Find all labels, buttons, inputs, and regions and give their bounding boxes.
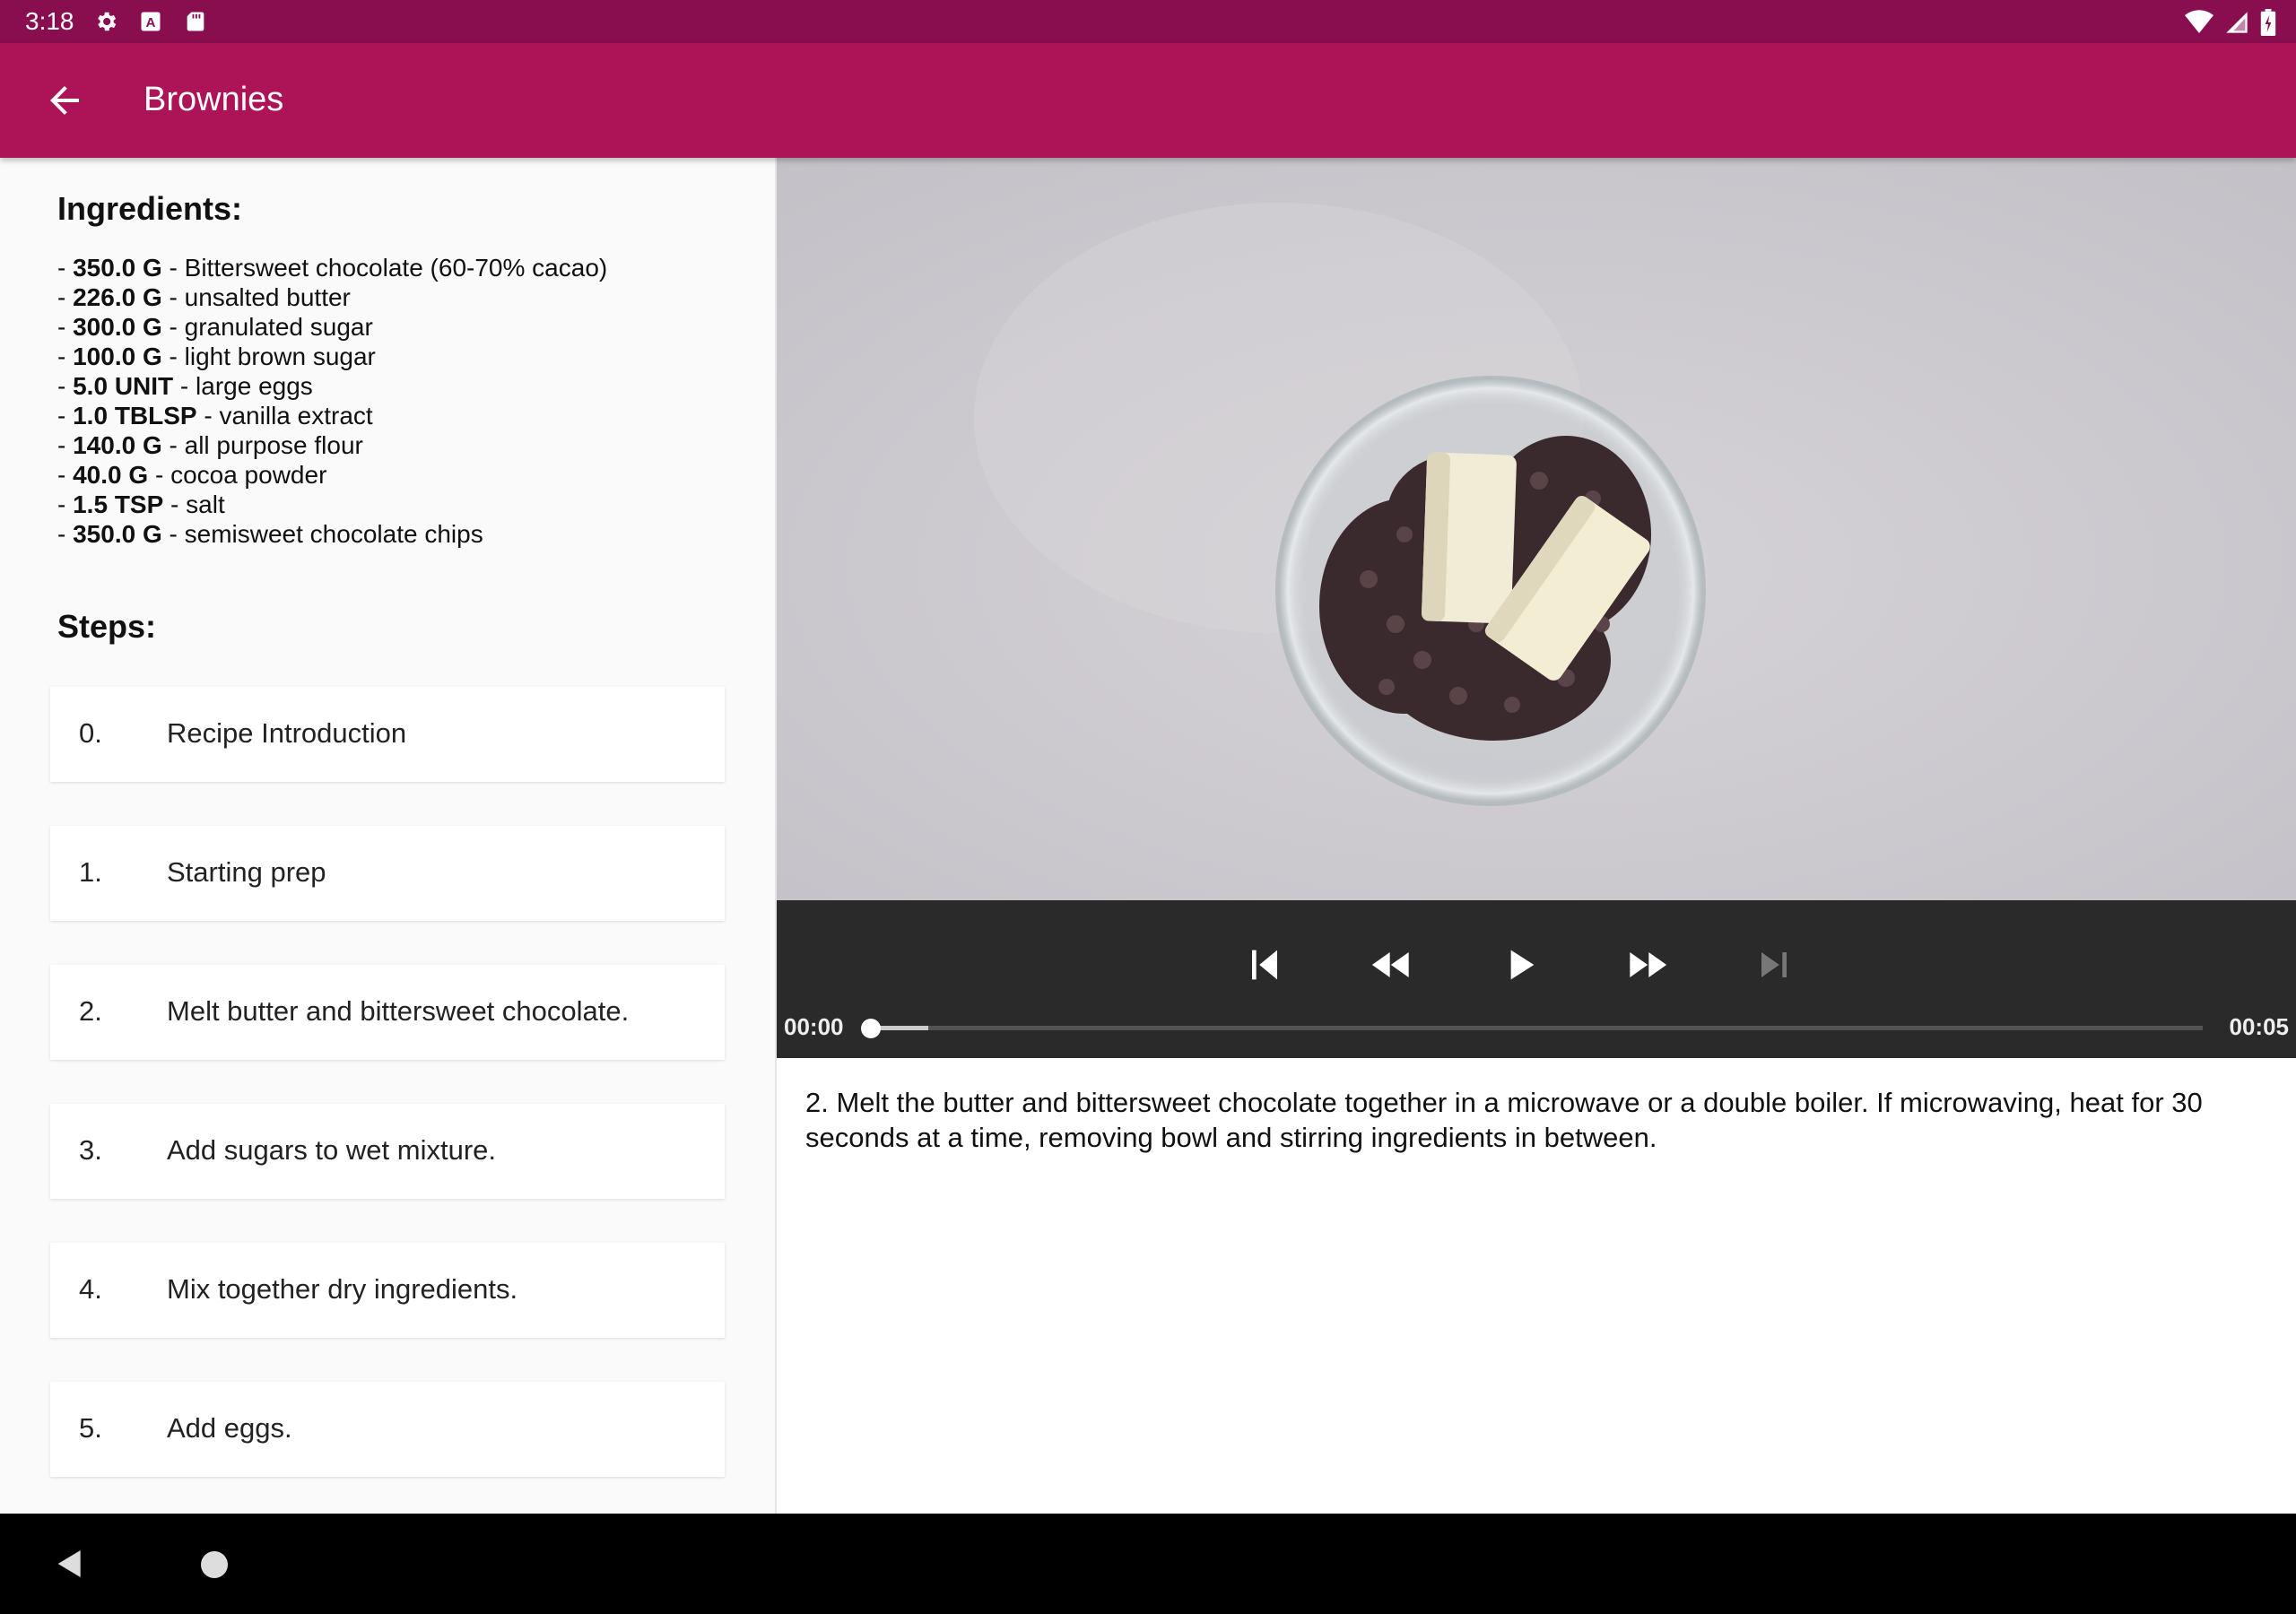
step-card-4[interactable]: 4. Mix together dry ingredients. <box>50 1243 725 1338</box>
step-label: Mix together dry ingredients. <box>167 1273 518 1305</box>
ingredient-name: large eggs <box>196 372 313 400</box>
ingredient-quantity: 350.0 G <box>73 520 162 548</box>
ingredient-item: - 140.0 G - all purpose flour <box>57 431 363 459</box>
step-number: 3. <box>79 1134 102 1166</box>
step-card-0[interactable]: 0. Recipe Introduction <box>50 687 725 782</box>
video-surface[interactable] <box>777 158 2296 900</box>
page-title: Brownies <box>144 81 284 118</box>
step-label: Add eggs. <box>167 1412 292 1444</box>
ingredient-item: - 300.0 G - granulated sugar <box>57 313 373 341</box>
step-label: Starting prep <box>167 856 326 888</box>
ingredient-quantity: 140.0 G <box>73 431 162 459</box>
wifi-icon <box>2185 10 2213 34</box>
step-card-1[interactable]: 1. Starting prep <box>50 826 725 921</box>
ingredient-quantity: 350.0 G <box>73 254 162 282</box>
step-label: Melt butter and bittersweet chocolate. <box>167 995 630 1027</box>
rewind-icon[interactable] <box>1367 940 1417 990</box>
app-bar: Brownies <box>0 43 2296 158</box>
status-time: 3:18 <box>25 7 74 35</box>
ingredient-name: all purpose flour <box>184 431 363 459</box>
seek-thumb[interactable] <box>861 1019 881 1038</box>
player-controls: 00:00 00:05 <box>777 900 2296 1058</box>
step-card-3[interactable]: 3. Add sugars to wet mixture. <box>50 1104 725 1199</box>
ingredient-name: cocoa powder <box>170 461 327 489</box>
duration-time: 00:05 <box>2229 1013 2290 1040</box>
status-bar: 3:18 A <box>0 0 2296 43</box>
nav-back-icon[interactable] <box>52 1546 88 1582</box>
ingredient-item: - 226.0 G - unsalted butter <box>57 283 351 311</box>
step-number: 2. <box>79 995 102 1027</box>
step-number: 4. <box>79 1273 102 1305</box>
step-number: 0. <box>79 717 102 749</box>
settings-icon <box>98 12 117 31</box>
ingredient-quantity: 1.0 TBLSP <box>73 402 197 430</box>
svg-text:A: A <box>146 15 156 30</box>
ingredient-quantity: 100.0 G <box>73 343 162 370</box>
step-number: 1. <box>79 856 102 888</box>
step-label: Recipe Introduction <box>167 717 407 749</box>
signal-icon <box>2226 12 2248 33</box>
ingredient-item: - 1.5 TSP - salt <box>57 490 225 518</box>
ingredient-item: - 350.0 G - semisweet chocolate chips <box>57 520 483 548</box>
ingredient-item: - 100.0 G - light brown sugar <box>57 343 376 370</box>
step-detail-pane: 00:00 00:05 2. Melt the butter and bitte… <box>777 158 2296 1514</box>
a-badge-icon: A <box>141 12 161 31</box>
ingredient-quantity: 40.0 G <box>73 461 149 489</box>
ingredient-name: unsalted butter <box>184 283 351 311</box>
video-frame-image <box>777 158 2296 900</box>
step-card-2[interactable]: 2. Melt butter and bittersweet chocolate… <box>50 965 725 1060</box>
ingredient-name: salt <box>186 490 225 518</box>
step-number: 5. <box>79 1412 102 1444</box>
sd-card-icon <box>187 12 204 31</box>
ingredient-item: - 40.0 G - cocoa powder <box>57 461 327 489</box>
navigation-bar <box>0 1514 2296 1614</box>
ingredient-item: - 1.0 TBLSP - vanilla extract <box>57 402 373 430</box>
skip-next-icon[interactable] <box>1749 940 1799 990</box>
nav-home-icon[interactable] <box>201 1551 228 1578</box>
ingredient-name: vanilla extract <box>219 402 373 430</box>
current-time: 00:00 <box>784 1013 844 1040</box>
step-card-5[interactable]: 5. Add eggs. <box>50 1382 725 1477</box>
steps-heading: Steps: <box>57 608 157 645</box>
skip-previous-icon[interactable] <box>1239 940 1290 990</box>
ingredient-quantity: 300.0 G <box>73 313 162 341</box>
ingredient-quantity: 1.5 TSP <box>73 490 164 518</box>
ingredient-item: - 350.0 G - Bittersweet chocolate (60-70… <box>57 254 608 282</box>
ingredient-quantity: 226.0 G <box>73 283 162 311</box>
ingredient-name: granulated sugar <box>184 313 373 341</box>
ingredient-name: semisweet chocolate chips <box>184 520 483 548</box>
ingredient-item: - 5.0 UNIT - large eggs <box>57 372 313 400</box>
fast-forward-icon[interactable] <box>1622 940 1672 990</box>
seek-bar[interactable] <box>868 1026 2203 1030</box>
step-description: 2. Melt the butter and bittersweet choco… <box>805 1087 2203 1153</box>
step-label: Add sugars to wet mixture. <box>167 1134 496 1166</box>
arrow-back-icon[interactable] <box>43 79 86 122</box>
ingredients-heading: Ingredients: <box>57 190 243 227</box>
ingredient-list: - 350.0 G - Bittersweet chocolate (60-70… <box>57 253 607 549</box>
ingredient-name: light brown sugar <box>184 343 376 370</box>
ingredient-quantity: 5.0 UNIT <box>73 372 174 400</box>
ingredient-name: Bittersweet chocolate (60-70% cacao) <box>184 254 608 282</box>
recipe-details-pane[interactable]: Ingredients: - 350.0 G - Bittersweet cho… <box>0 158 777 1514</box>
play-icon[interactable] <box>1494 940 1544 990</box>
battery-icon <box>2260 9 2276 36</box>
